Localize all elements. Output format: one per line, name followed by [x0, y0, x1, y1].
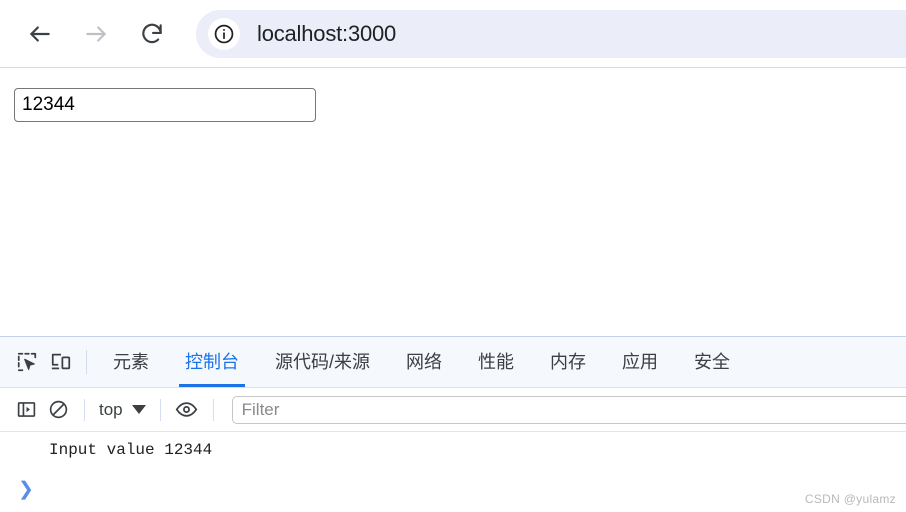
forward-button[interactable]: [74, 12, 118, 56]
console-sidebar-toggle-icon[interactable]: [10, 394, 42, 426]
reload-icon: [139, 21, 165, 47]
devtools-tabbar: 元素 控制台 源代码/来源 网络 性能 内存 应用 安全: [0, 337, 906, 388]
address-bar[interactable]: localhost:3000: [196, 9, 906, 58]
console-toolbar: top: [0, 388, 906, 432]
console-output[interactable]: Input value 12344 ❯ CSDN @yulamz: [0, 432, 906, 512]
execution-context-selector[interactable]: top: [95, 400, 150, 420]
address-bar-url: localhost:3000: [257, 20, 397, 46]
tab-network[interactable]: 网络: [400, 337, 448, 387]
arrow-right-icon: [83, 21, 109, 47]
console-prompt-chevron-icon[interactable]: ❯: [18, 480, 34, 499]
console-filter-input[interactable]: [231, 395, 906, 424]
console-toolbar-divider-3: [212, 398, 214, 421]
chevron-down-icon: [131, 405, 146, 414]
site-info-icon[interactable]: [208, 17, 240, 50]
page-viewport: [0, 68, 906, 336]
watermark: CSDN @yulamz: [804, 492, 896, 506]
tab-elements[interactable]: 元素: [107, 337, 155, 387]
device-toolbar-icon[interactable]: [44, 345, 78, 379]
tab-sources[interactable]: 源代码/来源: [269, 337, 376, 387]
browser-toolbar: localhost:3000: [0, 0, 906, 68]
console-message: Input value 12344: [49, 441, 213, 459]
reload-button[interactable]: [130, 12, 174, 56]
tab-security[interactable]: 安全: [688, 337, 736, 387]
devtools-panel: 元素 控制台 源代码/来源 网络 性能 内存 应用 安全 top Filter …: [0, 336, 906, 512]
text-input[interactable]: [14, 88, 316, 122]
toolbar-divider: [86, 350, 87, 374]
console-toolbar-divider-2: [159, 398, 161, 421]
tab-memory[interactable]: 内存: [544, 337, 592, 387]
execution-context-label: top: [99, 399, 123, 419]
tab-console[interactable]: 控制台: [179, 337, 245, 387]
back-button[interactable]: [18, 12, 62, 56]
arrow-left-icon: [27, 21, 53, 47]
console-toolbar-divider: [84, 398, 85, 421]
clear-console-icon[interactable]: [42, 394, 74, 426]
inspect-element-icon[interactable]: [10, 345, 44, 379]
live-expression-eye-icon[interactable]: [171, 394, 203, 426]
tab-application[interactable]: 应用: [616, 337, 664, 387]
tab-performance[interactable]: 性能: [472, 337, 520, 387]
